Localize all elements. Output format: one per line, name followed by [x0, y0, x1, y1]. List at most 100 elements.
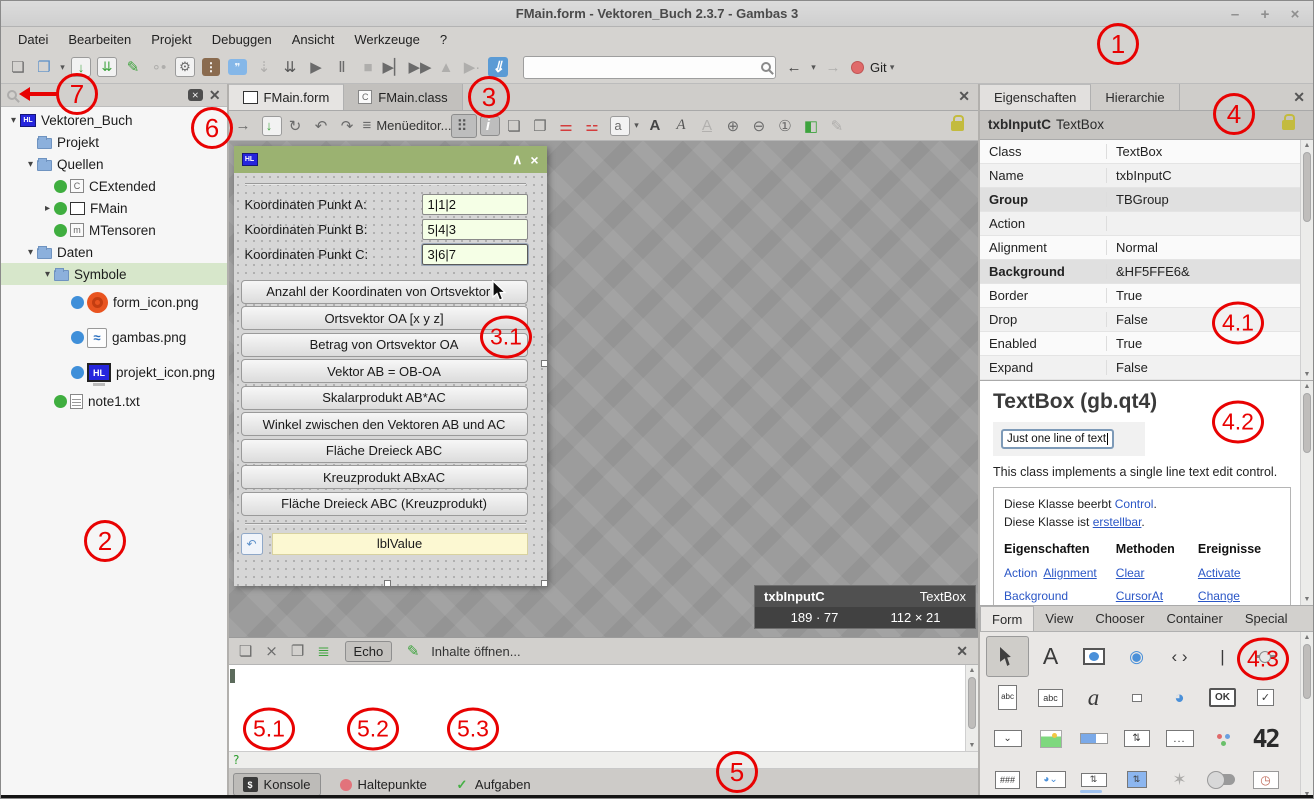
help-link[interactable]: Change	[1198, 587, 1240, 605]
refresh-button[interactable]: ↻	[285, 114, 311, 138]
maximize-button[interactable]: +	[1257, 6, 1273, 23]
console-tab-aufgaben[interactable]: ✓ Aufgaben	[446, 774, 540, 796]
properties-button[interactable]: ⚙	[175, 57, 195, 77]
make-button[interactable]: ⇣	[251, 55, 277, 79]
editor-close-icon[interactable]: ✕	[958, 88, 970, 105]
tool-lcdnumber[interactable]: 42	[1244, 718, 1287, 759]
tree-item-projekt[interactable]: Projekt	[1, 131, 227, 153]
expander-icon[interactable]: ▸	[41, 203, 54, 214]
form-button[interactable]: Ortsvektor OA [x y z]	[241, 306, 528, 330]
property-row[interactable]: Expand False	[980, 356, 1300, 380]
open-project-dropdown[interactable]: ▾	[57, 55, 68, 79]
tool-textbox[interactable]: abc	[1029, 677, 1072, 718]
search-input[interactable]	[528, 60, 761, 74]
resize-handle[interactable]	[541, 580, 548, 587]
comment-button[interactable]: ❞	[228, 59, 247, 75]
tree-item-form-icon-png[interactable]: form_icon.png	[1, 285, 227, 320]
tree-item-note1-txt[interactable]: note1.txt	[1, 390, 227, 412]
tool-sliderbox[interactable]: ⇅	[1072, 759, 1115, 799]
save-button[interactable]: ↓	[71, 57, 91, 77]
console-tab-konsole[interactable]: $ Konsole	[233, 773, 321, 796]
help-scrollbar[interactable]: ▲▼	[1300, 381, 1313, 605]
erase-button[interactable]: ✎	[826, 114, 852, 138]
tool-spinbox[interactable]: ⇅	[1115, 718, 1158, 759]
tab-fmain-form[interactable]: FMain.form	[229, 84, 345, 110]
form-button[interactable]: Betrag von Ortsvektor OA	[241, 333, 528, 357]
help-link[interactable]: Activate	[1198, 564, 1241, 582]
filter-input[interactable]	[23, 88, 182, 102]
make-all-button[interactable]: ⇊	[277, 55, 303, 79]
run-button[interactable]: ▶	[303, 55, 329, 79]
tree-item-gambas-png[interactable]: ≈ gambas.png	[1, 320, 227, 355]
console-prompt[interactable]: ?	[229, 752, 978, 769]
save-all-button[interactable]: ⇊	[97, 57, 117, 77]
property-scrollbar[interactable]: ▲▼	[1300, 140, 1313, 381]
property-row[interactable]: Border True	[980, 284, 1300, 308]
italic-button[interactable]: A	[670, 114, 696, 138]
zoom-in-button[interactable]: ⊕	[722, 114, 748, 138]
open-contents-label[interactable]: Inhalte öffnen...	[431, 644, 520, 659]
form-button[interactable]: Kreuzprodukt ABxAC	[241, 465, 528, 489]
control-link[interactable]: Control	[1115, 497, 1154, 511]
run-until-button[interactable]: ▶·	[459, 55, 485, 79]
step-button[interactable]: ▶▏	[381, 55, 407, 79]
tool-progressbar[interactable]	[1072, 718, 1115, 759]
clear-page-button[interactable]: ❏	[233, 639, 259, 663]
creatable-link[interactable]: erstellbar	[1093, 515, 1142, 529]
coordinate-textbox[interactable]	[422, 244, 528, 265]
form-button[interactable]: Fläche Dreieck ABC	[241, 439, 528, 463]
property-row[interactable]: Name txbInputC	[980, 164, 1300, 188]
coordinate-textbox[interactable]	[422, 219, 528, 240]
property-row[interactable]: Background &HF5FFE6&	[980, 260, 1300, 284]
sidebar-close-icon[interactable]: ✕	[209, 87, 221, 104]
property-row[interactable]: Enabled True	[980, 332, 1300, 356]
resize-handle[interactable]	[384, 580, 391, 587]
tool-maskbox[interactable]: ###	[986, 759, 1029, 799]
property-row[interactable]: Group TBGroup	[980, 188, 1300, 212]
pause-button[interactable]: Ⅱ	[329, 55, 355, 79]
nav-back-dropdown[interactable]: ▾	[808, 55, 819, 79]
toolbox-tab-form[interactable]: Form	[980, 606, 1034, 631]
zoom-out-button[interactable]: ⊖	[748, 114, 774, 138]
copy-output-button[interactable]: ❐	[285, 639, 311, 663]
expander-icon[interactable]: ▾	[24, 247, 37, 258]
menu-item[interactable]: Debuggen	[203, 30, 281, 49]
tool-separator[interactable]: |	[1201, 636, 1244, 677]
compile-button[interactable]: ⋮	[202, 58, 220, 76]
git-button[interactable]: Git	[870, 60, 887, 75]
tool-colorchooser[interactable]	[1201, 718, 1244, 759]
tool-combobox[interactable]: ⌄	[986, 718, 1029, 759]
tool-textarea[interactable]: abc	[986, 677, 1029, 718]
property-row[interactable]: Alignment Normal	[980, 236, 1300, 260]
expander-icon[interactable]: ▾	[7, 115, 20, 126]
tool-radiobutton[interactable]: ◉	[1115, 636, 1158, 677]
console-scrollbar[interactable]: ▲▼	[965, 665, 978, 751]
undo-button[interactable]: ↶	[311, 114, 337, 138]
help-link[interactable]: Clear	[1116, 564, 1145, 582]
info-toggle[interactable]: i	[480, 116, 500, 136]
tool-dateclock[interactable]: ◷	[1244, 759, 1287, 799]
tool-picturebox[interactable]	[1029, 718, 1072, 759]
finish-button[interactable]: ▲	[433, 55, 459, 79]
redo-button[interactable]: ↷	[337, 114, 363, 138]
tree-item-daten[interactable]: ▾ Daten	[1, 241, 227, 263]
resize-handle[interactable]	[541, 360, 548, 367]
save-form-button[interactable]: ↓	[262, 116, 282, 136]
tool-button[interactable]: OK	[1201, 677, 1244, 718]
new-file-button[interactable]: ❏	[5, 55, 31, 79]
toolbox-tab-view[interactable]: View	[1034, 606, 1084, 631]
toolbox-scrollbar[interactable]: ▲▼	[1300, 632, 1313, 799]
properties-close-icon[interactable]: ✕	[1293, 89, 1305, 106]
clear-console-button[interactable]: ⨯	[259, 639, 285, 663]
underline-button[interactable]: A	[696, 114, 722, 138]
tree-item-mtensoren[interactable]: m MTensoren	[1, 219, 227, 241]
menu-item[interactable]: ?	[431, 30, 456, 49]
text-prop-button[interactable]: a	[610, 116, 630, 136]
console-output[interactable]: ▲▼	[229, 665, 978, 752]
list-button[interactable]: ≣	[311, 639, 337, 663]
tree-item-cextended[interactable]: C CExtended	[1, 175, 227, 197]
menu-item[interactable]: Werkzeuge	[345, 30, 429, 49]
tree-item-fmain[interactable]: ▸ FMain	[1, 197, 227, 219]
open-project-button[interactable]: ❐	[31, 55, 57, 79]
designed-form[interactable]: HL ∧ × Koordinaten Punkt A:	[234, 146, 547, 586]
